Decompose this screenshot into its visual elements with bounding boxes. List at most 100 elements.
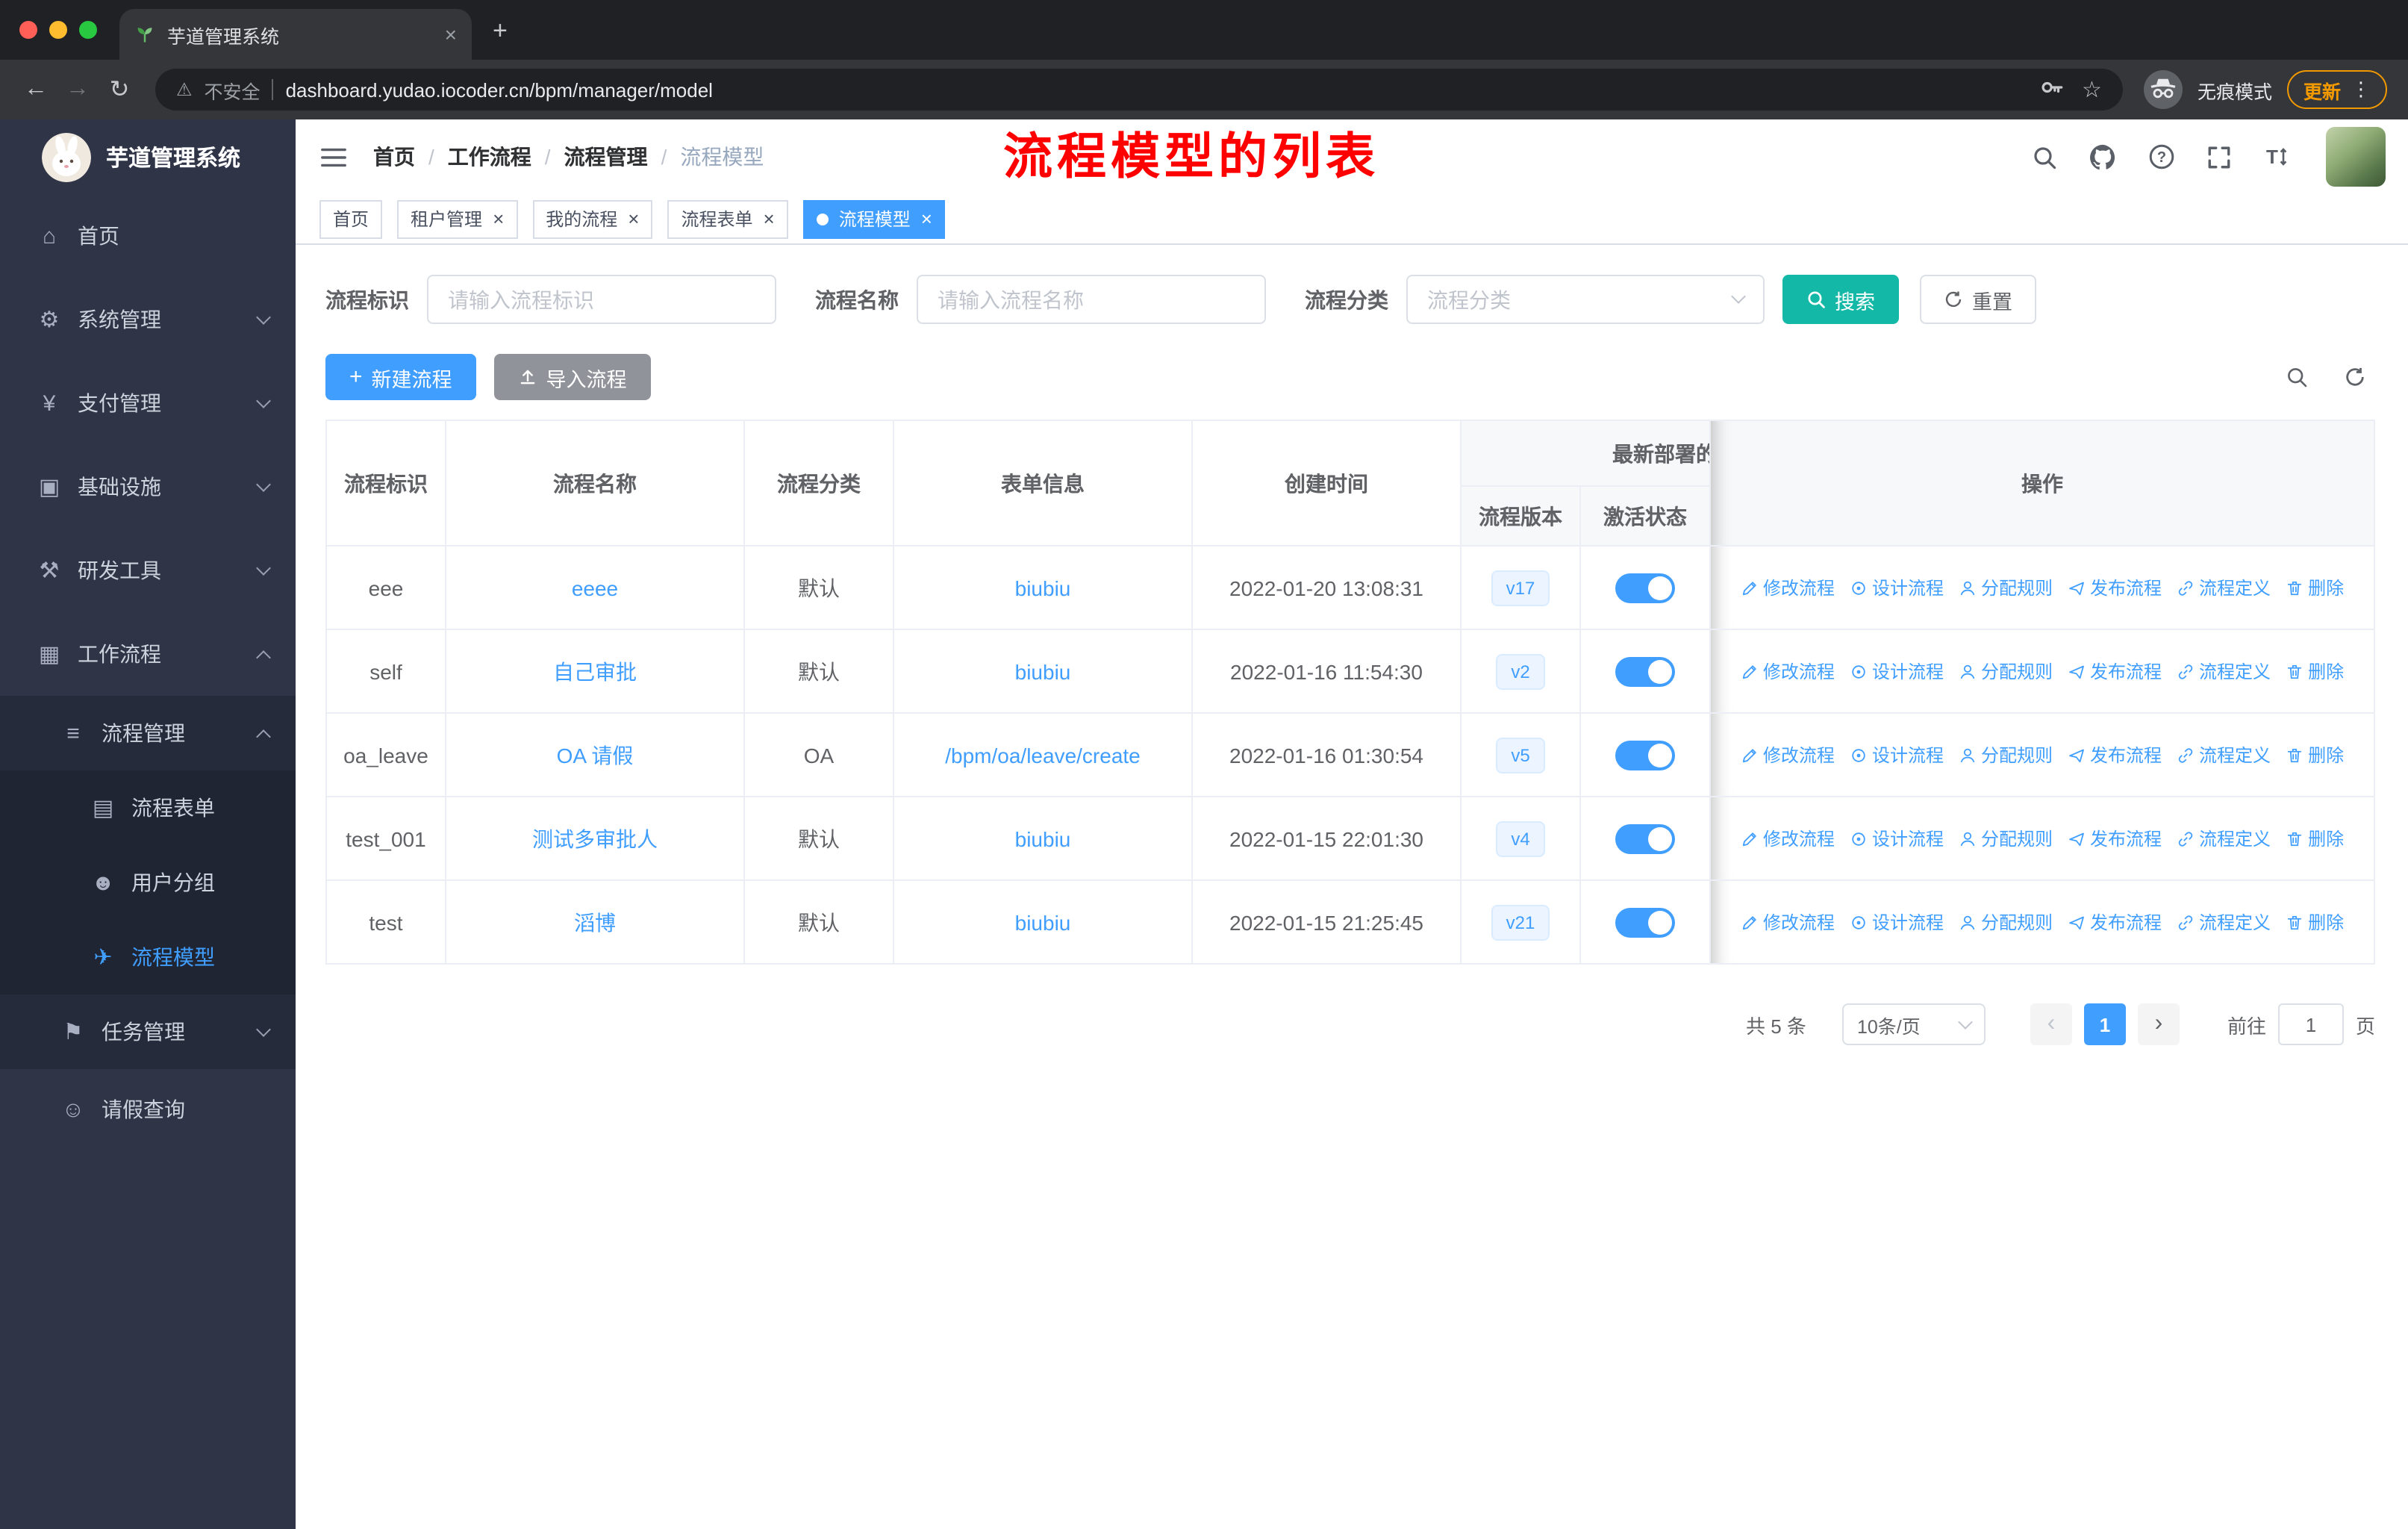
back-icon[interactable]: ← [21, 76, 51, 103]
design-action-link[interactable]: 设计流程 [1850, 826, 1944, 852]
app-logo[interactable]: 芋道管理系统 [0, 119, 296, 194]
search-icon[interactable] [2032, 144, 2057, 169]
assign-action-link[interactable]: 分配规则 [1959, 826, 2053, 852]
breadcrumb-item[interactable]: 首页 [373, 142, 415, 172]
remove-action-link[interactable]: 删除 [2286, 826, 2344, 852]
sidebar-item-process-form[interactable]: ▤ 流程表单 [0, 770, 296, 845]
sidebar-item-home[interactable]: ⌂ 首页 [0, 194, 296, 278]
font-size-icon[interactable]: T [2263, 143, 2290, 170]
page-size-select[interactable]: 10条/页 [1841, 1003, 1986, 1045]
assign-action-link[interactable]: 分配规则 [1959, 659, 2053, 685]
deploy-action-link[interactable]: 发布流程 [2068, 743, 2162, 768]
sidebar-item-payment[interactable]: ¥ 支付管理 [0, 361, 296, 445]
tag-process-model[interactable]: 流程模型 × [802, 199, 946, 238]
tag-process-form[interactable]: 流程表单 × [667, 199, 788, 238]
assign-action-link[interactable]: 分配规则 [1959, 910, 2053, 935]
design-action-link[interactable]: 设计流程 [1850, 576, 1944, 601]
prev-page-button[interactable]: ‹ [2030, 1003, 2072, 1045]
edit-action-link[interactable]: 修改流程 [1741, 576, 1835, 601]
breadcrumb-item[interactable]: 工作流程 [448, 142, 531, 172]
tag-home[interactable]: 首页 [319, 199, 383, 238]
browser-update-button[interactable]: 更新 ⋮ [2286, 70, 2387, 109]
design-action-link[interactable]: 设计流程 [1850, 659, 1944, 685]
sidebar-item-system[interactable]: ⚙ 系统管理 [0, 278, 296, 361]
form-info-link[interactable]: biubiu [1015, 576, 1071, 600]
address-bar[interactable]: ⚠ 不安全 dashboard.yudao.iocoder.cn/bpm/man… [155, 69, 2123, 110]
close-icon[interactable]: × [764, 209, 775, 228]
process-name-input[interactable] [917, 275, 1266, 324]
form-info-link[interactable]: /bpm/oa/leave/create [945, 743, 1141, 767]
sidebar-collapse-icon[interactable] [319, 143, 348, 171]
close-window-button[interactable] [19, 21, 37, 39]
help-icon[interactable]: ? [2148, 143, 2175, 170]
remove-action-link[interactable]: 删除 [2286, 659, 2344, 685]
deploy-action-link[interactable]: 发布流程 [2068, 826, 2162, 852]
sidebar-item-leave-query[interactable]: ☺ 请假查询 [0, 1069, 296, 1150]
form-info-link[interactable]: biubiu [1015, 659, 1071, 683]
sidebar-item-process-management[interactable]: ≡ 流程管理 [0, 696, 296, 770]
definition-action-link[interactable]: 流程定义 [2177, 743, 2271, 768]
remove-action-link[interactable]: 删除 [2286, 743, 2344, 768]
close-icon[interactable]: × [493, 209, 504, 228]
edit-action-link[interactable]: 修改流程 [1741, 910, 1835, 935]
close-icon[interactable]: × [921, 209, 932, 228]
create-process-button[interactable]: + 新建流程 [325, 354, 476, 400]
close-icon[interactable]: × [628, 209, 639, 228]
deploy-action-link[interactable]: 发布流程 [2068, 659, 2162, 685]
refresh-icon[interactable] [2344, 366, 2366, 388]
reload-icon[interactable]: ↻ [105, 75, 134, 105]
form-info-link[interactable]: biubiu [1015, 910, 1071, 934]
github-icon[interactable] [2089, 143, 2117, 171]
search-toggle-icon[interactable] [2286, 366, 2308, 388]
active-toggle[interactable] [1615, 656, 1675, 686]
assign-action-link[interactable]: 分配规则 [1959, 576, 2053, 601]
model-name-link[interactable]: OA 请假 [557, 743, 634, 767]
key-icon[interactable] [2039, 75, 2064, 105]
next-page-button[interactable]: › [2137, 1003, 2180, 1045]
edit-action-link[interactable]: 修改流程 [1741, 743, 1835, 768]
design-action-link[interactable]: 设计流程 [1850, 743, 1944, 768]
zoom-window-button[interactable] [79, 21, 97, 39]
goto-page-input[interactable] [2277, 1003, 2344, 1045]
definition-action-link[interactable]: 流程定义 [2177, 659, 2271, 685]
form-info-link[interactable]: biubiu [1015, 826, 1071, 850]
assign-action-link[interactable]: 分配规则 [1959, 743, 2053, 768]
category-select[interactable]: 流程分类 [1406, 275, 1765, 324]
edit-action-link[interactable]: 修改流程 [1741, 826, 1835, 852]
sidebar-item-devtools[interactable]: ⚒ 研发工具 [0, 529, 296, 612]
model-name-link[interactable]: eeee [572, 576, 618, 600]
sidebar-item-user-group[interactable]: ☻ 用户分组 [0, 845, 296, 920]
definition-action-link[interactable]: 流程定义 [2177, 576, 2271, 601]
active-toggle[interactable] [1615, 907, 1675, 937]
current-page-button[interactable]: 1 [2083, 1003, 2126, 1045]
model-name-link[interactable]: 滔博 [574, 910, 616, 934]
breadcrumb-item[interactable]: 流程管理 [564, 142, 648, 172]
design-action-link[interactable]: 设计流程 [1850, 910, 1944, 935]
edit-action-link[interactable]: 修改流程 [1741, 659, 1835, 685]
browser-tab[interactable]: 芋道管理系统 × [119, 9, 472, 60]
sidebar-item-workflow[interactable]: ▦ 工作流程 [0, 612, 296, 696]
forward-icon[interactable]: → [63, 76, 93, 103]
sidebar-item-task-management[interactable]: ⚑ 任务管理 [0, 994, 296, 1069]
remove-action-link[interactable]: 删除 [2286, 910, 2344, 935]
reset-button[interactable]: 重置 [1920, 275, 2036, 324]
process-key-input[interactable] [427, 275, 776, 324]
deploy-action-link[interactable]: 发布流程 [2068, 576, 2162, 601]
model-name-link[interactable]: 自己审批 [553, 659, 637, 683]
tag-my-process[interactable]: 我的流程 × [532, 199, 653, 238]
active-toggle[interactable] [1615, 823, 1675, 853]
user-avatar[interactable] [2326, 127, 2386, 187]
fullscreen-icon[interactable] [2206, 144, 2232, 169]
sidebar-item-process-model[interactable]: ✈ 流程模型 [0, 920, 296, 994]
minimize-window-button[interactable] [49, 21, 67, 39]
tab-close-icon[interactable]: × [445, 22, 457, 46]
browser-menu-icon[interactable]: ⋮ [2351, 78, 2371, 102]
remove-action-link[interactable]: 删除 [2286, 576, 2344, 601]
definition-action-link[interactable]: 流程定义 [2177, 826, 2271, 852]
new-tab-button[interactable]: + [493, 16, 508, 46]
definition-action-link[interactable]: 流程定义 [2177, 910, 2271, 935]
search-button[interactable]: 搜索 [1782, 275, 1899, 324]
model-name-link[interactable]: 测试多审批人 [532, 826, 658, 850]
active-toggle[interactable] [1615, 573, 1675, 602]
import-process-button[interactable]: 导入流程 [493, 354, 651, 400]
